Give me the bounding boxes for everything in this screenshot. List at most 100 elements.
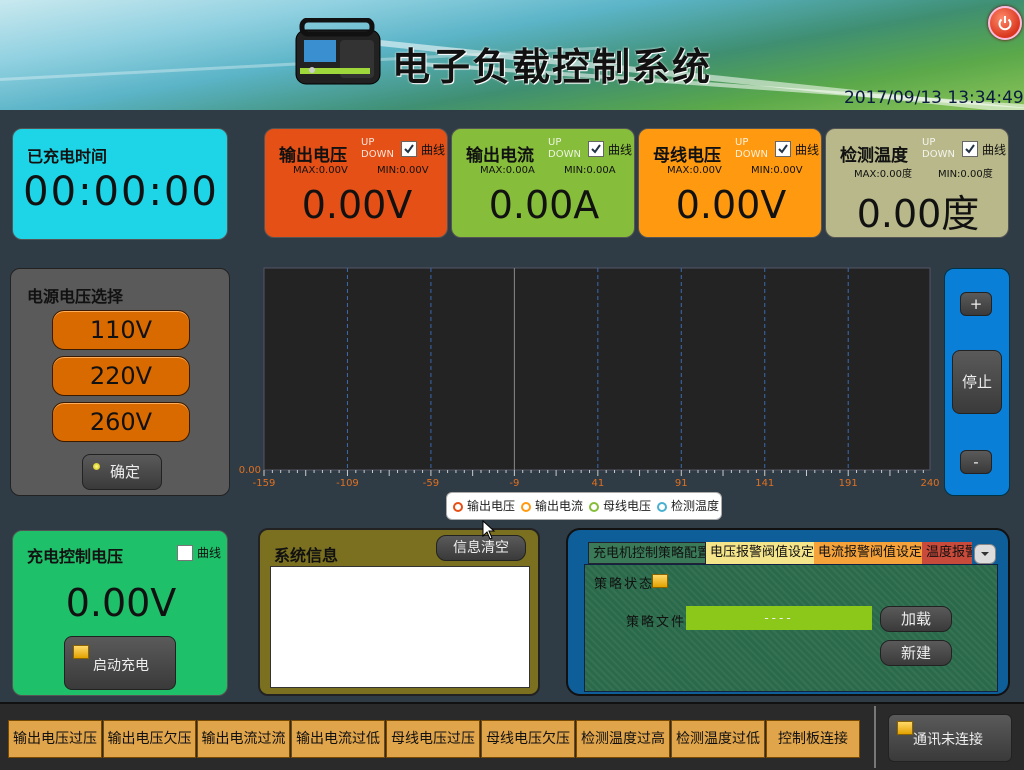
stop-button[interactable]: 停止 bbox=[952, 350, 1002, 414]
x-tick-label: -109 bbox=[336, 478, 359, 489]
legend-item[interactable]: 检测温度 bbox=[657, 497, 719, 514]
y-tick-label: 0.00 bbox=[239, 465, 261, 476]
output-current-updown: UP DOWN bbox=[548, 137, 581, 161]
charge-time-panel: 已充电时间 00:00:00 bbox=[12, 128, 228, 240]
alarm-indicator: 检测温度过低 bbox=[671, 720, 765, 758]
power-select-title: 电源电压选择 bbox=[27, 287, 124, 306]
strategy-status-indicator-icon bbox=[652, 574, 668, 588]
zoom-in-button[interactable]: + bbox=[960, 292, 992, 316]
chevron-down-icon bbox=[981, 552, 989, 556]
bus-voltage-max: MAX:0.00V bbox=[667, 165, 722, 176]
bus-voltage-value: 0.00V bbox=[675, 183, 787, 227]
tab-temperature-alarm[interactable]: 温度报警 bbox=[922, 542, 972, 564]
charge-curve-checkbox[interactable] bbox=[177, 545, 193, 561]
temperature-curve-checkbox[interactable] bbox=[962, 141, 978, 157]
x-tick-label: 240 bbox=[920, 478, 939, 489]
strategy-status-label: 策略状态 bbox=[594, 577, 655, 592]
tab-current-alarm[interactable]: 电流报警阀值设定 bbox=[814, 542, 922, 564]
temperature-value: 0.00度 bbox=[856, 192, 980, 236]
x-tick-label: -159 bbox=[253, 478, 276, 489]
x-tick-label: 41 bbox=[591, 478, 604, 489]
alarm-indicator: 检测温度过高 bbox=[576, 720, 670, 758]
confirm-indicator-icon bbox=[93, 463, 100, 470]
system-info-title: 系统信息 bbox=[274, 546, 339, 565]
temperature-title: 检测温度 bbox=[840, 146, 908, 166]
output-voltage-max: MAX:0.00V bbox=[293, 165, 348, 176]
alarm-indicator: 控制板连接 bbox=[766, 720, 860, 758]
legend-marker-icon bbox=[453, 501, 463, 512]
tab-voltage-alarm[interactable]: 电压报警阀值设定 bbox=[706, 542, 814, 564]
output-current-meter: 输出电流 UP DOWN 曲线 MAX:0.00A MIN:0.00A 0.00A bbox=[451, 128, 635, 238]
legend-marker-icon bbox=[521, 501, 531, 512]
output-current-curve-checkbox[interactable] bbox=[588, 141, 604, 157]
checkmark-icon bbox=[965, 144, 975, 154]
plot-background bbox=[263, 267, 931, 471]
alarm-indicator: 输出电流过流 bbox=[197, 720, 290, 758]
x-tick-label: 141 bbox=[755, 478, 774, 489]
output-voltage-title: 输出电压 bbox=[279, 146, 347, 166]
up-label: UP bbox=[361, 137, 375, 148]
x-tick-label: 91 bbox=[675, 478, 688, 489]
bus-voltage-curve-checkbox[interactable] bbox=[775, 141, 791, 157]
tab-charger-strategy[interactable]: 充电机控制策略配置 bbox=[588, 542, 706, 564]
output-current-min: MIN:0.00A bbox=[564, 165, 616, 176]
legend-item[interactable]: 母线电压 bbox=[589, 497, 651, 514]
voltage-260v-button[interactable]: 260V bbox=[52, 402, 190, 442]
datetime: 2017/09/13 13:34:49 bbox=[844, 88, 1024, 108]
alarm-indicator: 输出电压欠压 bbox=[103, 720, 196, 758]
alarm-indicator: 输出电流过低 bbox=[291, 720, 385, 758]
confirm-button[interactable]: 确定 bbox=[82, 454, 162, 490]
checkmark-icon bbox=[778, 144, 788, 154]
clear-info-button[interactable]: 信息清空 bbox=[436, 535, 526, 561]
alarm-indicator: 母线电压过压 bbox=[386, 720, 480, 758]
legend-item[interactable]: 输出电压 bbox=[453, 497, 515, 514]
up-label: UP bbox=[548, 137, 562, 148]
device-image bbox=[295, 18, 381, 85]
app-title: 电子负载控制系统 bbox=[392, 45, 713, 89]
up-label: UP bbox=[922, 137, 936, 148]
chart-area: -159 -109 -59 -9 41 91 141 191 240 0.00 bbox=[239, 267, 940, 489]
temperature-max: MAX:0.00度 bbox=[854, 169, 912, 180]
strategy-file-label: 策略文件 bbox=[626, 615, 687, 630]
new-button[interactable]: 新建 bbox=[880, 640, 952, 666]
output-voltage-curve-checkbox[interactable] bbox=[401, 141, 417, 157]
checkmark-icon bbox=[404, 144, 414, 154]
legend-marker-icon bbox=[589, 501, 599, 512]
comm-status-indicator-icon bbox=[897, 721, 913, 735]
x-tick-label: 191 bbox=[839, 478, 858, 489]
temperature-min: MIN:0.00度 bbox=[938, 169, 993, 180]
output-current-value: 0.00A bbox=[488, 183, 600, 227]
output-voltage-min: MIN:0.00V bbox=[377, 165, 429, 176]
zoom-out-button[interactable]: - bbox=[960, 450, 992, 474]
output-current-curve-label: 曲线 bbox=[608, 143, 633, 157]
down-label: DOWN bbox=[735, 149, 768, 160]
output-voltage-meter: 输出电压 UP DOWN 曲线 MAX:0.00V MIN:0.00V 0.00V bbox=[264, 128, 448, 238]
down-label: DOWN bbox=[548, 149, 581, 160]
bus-voltage-title: 母线电压 bbox=[653, 146, 721, 166]
output-voltage-curve-label: 曲线 bbox=[421, 143, 446, 157]
start-charge-button[interactable]: 启动充电 bbox=[64, 636, 176, 690]
charge-curve-label: 曲线 bbox=[197, 546, 222, 560]
load-button[interactable]: 加载 bbox=[880, 606, 952, 632]
voltage-220v-button[interactable]: 220V bbox=[52, 356, 190, 396]
strategy-file-field[interactable]: ---- bbox=[686, 606, 872, 630]
alarm-indicator: 母线电压欠压 bbox=[481, 720, 575, 758]
legend-label: 母线电压 bbox=[603, 499, 652, 513]
power-button[interactable] bbox=[988, 6, 1022, 40]
checkmark-icon bbox=[591, 144, 601, 154]
power-icon bbox=[998, 16, 1012, 31]
legend-item[interactable]: 输出电流 bbox=[521, 497, 583, 514]
legend-marker-icon bbox=[657, 501, 667, 512]
chart-legend: 输出电压 输出电流 母线电压 检测温度 bbox=[446, 492, 722, 520]
voltage-110v-button[interactable]: 110V bbox=[52, 310, 190, 350]
charge-control-value: 0.00V bbox=[65, 581, 177, 625]
bus-voltage-meter: 母线电压 UP DOWN 曲线 MAX:0.00V MIN:0.00V 0.00V bbox=[638, 128, 822, 238]
output-current-title: 输出电流 bbox=[466, 146, 534, 166]
tab-overflow-button[interactable] bbox=[974, 544, 996, 564]
comm-status-button[interactable]: 通讯未连接 bbox=[888, 714, 1012, 762]
legend-label: 检测温度 bbox=[671, 499, 720, 513]
temperature-updown: UP DOWN bbox=[922, 137, 955, 161]
down-label: DOWN bbox=[361, 149, 394, 160]
legend-label: 输出电流 bbox=[535, 499, 584, 513]
system-info-textarea[interactable] bbox=[270, 566, 530, 688]
